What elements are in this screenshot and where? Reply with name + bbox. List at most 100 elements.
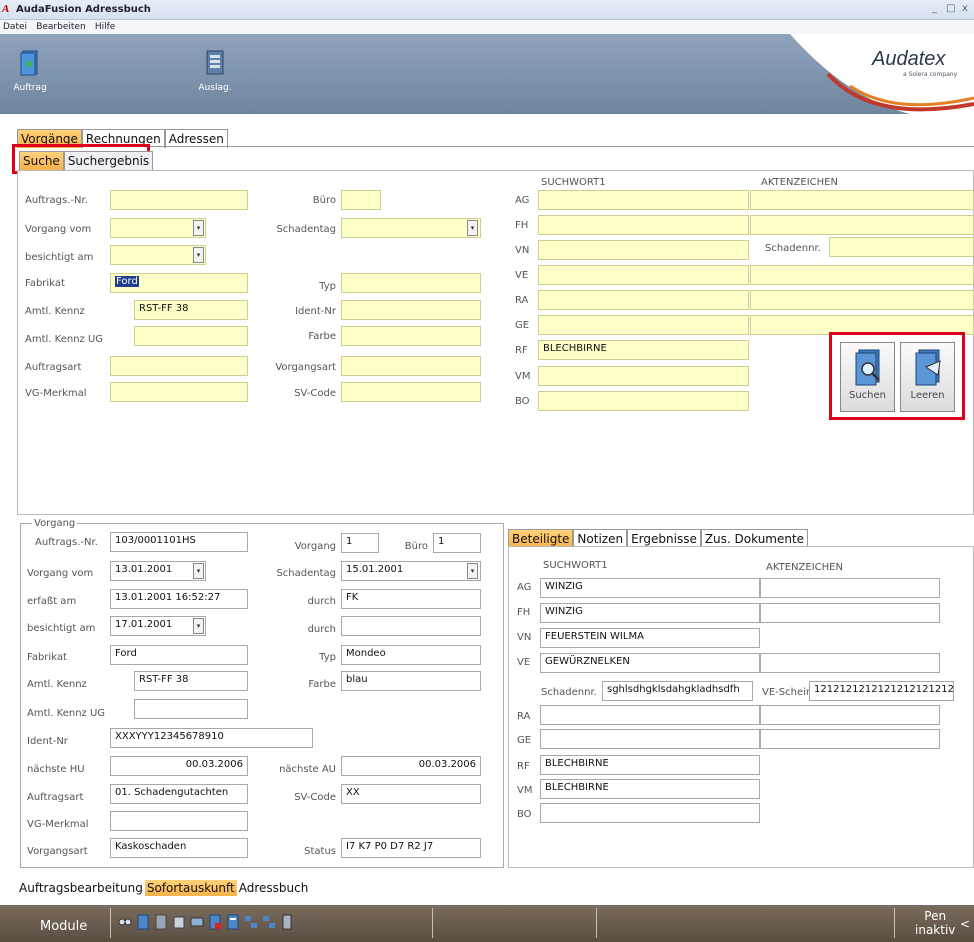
- chevron-left-icon[interactable]: <: [960, 917, 970, 931]
- beteiligte-role-suchwort-field[interactable]: [540, 729, 760, 749]
- search-auftragsart-input[interactable]: [110, 356, 248, 376]
- beteiligte-role-suchwort-field[interactable]: GEWÜRZNELKEN: [540, 653, 760, 673]
- v-vorgang-vom-field[interactable]: 13.01.2001: [110, 561, 206, 581]
- search-vg-merkmal-input[interactable]: [110, 382, 248, 402]
- v-typ-field[interactable]: Mondeo: [341, 645, 481, 665]
- minimize-button[interactable]: _: [932, 3, 937, 14]
- taskbar-network2-icon[interactable]: [262, 914, 276, 930]
- search-role-suchwort-input[interactable]: [538, 366, 749, 386]
- v-vorgang-vom-dropdown-icon[interactable]: ▾: [193, 563, 204, 579]
- b-schadennr-field[interactable]: sghlsdhgklsdahgkladhsdfh: [602, 681, 753, 701]
- auslag-button[interactable]: Auslag.: [190, 50, 240, 98]
- search-auftrags-nr-input[interactable]: [110, 190, 248, 210]
- search-schadentag-input[interactable]: [341, 218, 481, 238]
- v-durch1-field[interactable]: FK: [341, 589, 481, 609]
- beteiligte-role-aktenzeichen-field[interactable]: [760, 653, 940, 673]
- taskbar-document-icon[interactable]: [154, 914, 168, 930]
- search-vorgang-vom-input[interactable]: [110, 218, 206, 238]
- v-amtl-kennz-field[interactable]: RST-FF 38: [134, 671, 248, 691]
- taskbar-card-icon[interactable]: [190, 914, 204, 930]
- search-amtl-kennz-input[interactable]: RST-FF 38: [134, 300, 248, 320]
- suchen-button[interactable]: Suchen: [840, 342, 895, 412]
- v-vorgangsart-field[interactable]: Kaskoschaden: [110, 838, 248, 858]
- search-schadennr-input[interactable]: [829, 237, 974, 257]
- search-typ-input[interactable]: [341, 273, 481, 293]
- v-durch2-field[interactable]: [341, 616, 481, 636]
- taskbar-stack-icon[interactable]: [172, 914, 186, 930]
- taskbar-glasses-icon[interactable]: [118, 914, 132, 928]
- search-ident-nr-input[interactable]: [341, 300, 481, 320]
- tab-suche[interactable]: Suche: [19, 151, 64, 170]
- v-schadentag-field[interactable]: 15.01.2001: [341, 561, 481, 581]
- schadentag-dropdown-icon[interactable]: ▾: [467, 220, 478, 236]
- search-besichtigt-am-input[interactable]: [110, 245, 206, 265]
- v-besichtigt-am-dropdown-icon[interactable]: ▾: [193, 618, 204, 634]
- search-fabrikat-input[interactable]: Ford: [110, 273, 248, 293]
- beteiligte-role-aktenzeichen-field[interactable]: [760, 578, 940, 598]
- v-sv-code-field[interactable]: XX: [341, 784, 481, 804]
- search-role-aktenzeichen-input[interactable]: [750, 215, 974, 235]
- search-amtl-kennz-ug-input[interactable]: [134, 326, 248, 346]
- v-besichtigt-am-field[interactable]: 17.01.2001: [110, 616, 206, 636]
- vorgang-vom-dropdown-icon[interactable]: ▾: [193, 220, 204, 236]
- v-vorgang-field[interactable]: 1: [341, 533, 379, 553]
- close-button[interactable]: x: [962, 3, 968, 14]
- beteiligte-role-aktenzeichen-field[interactable]: [760, 705, 940, 725]
- search-role-suchwort-input[interactable]: [538, 315, 749, 335]
- beteiligte-role-aktenzeichen-field[interactable]: [760, 603, 940, 623]
- v-status-field[interactable]: I7 K7 P0 D7 R2 J7: [341, 838, 481, 858]
- tab-auftragsbearbeitung[interactable]: Auftragsbearbeitung: [17, 880, 145, 896]
- v-naechste-hu-field[interactable]: 00.03.2006: [110, 756, 248, 776]
- taskbar-report-icon[interactable]: [226, 914, 240, 930]
- module-button[interactable]: Module: [40, 919, 87, 934]
- taskbar-book-icon[interactable]: [136, 914, 150, 930]
- beteiligte-role-suchwort-field[interactable]: WINZIG: [540, 603, 760, 623]
- search-role-aktenzeichen-input[interactable]: [750, 190, 974, 210]
- maximize-button[interactable]: □: [946, 3, 955, 14]
- search-vorgangsart-input[interactable]: [341, 356, 481, 376]
- menu-hilfe[interactable]: Hilfe: [95, 22, 115, 32]
- v-naechste-au-field[interactable]: 00.03.2006: [341, 756, 481, 776]
- tab-sofortauskunft[interactable]: Sofortauskunft: [144, 880, 237, 896]
- v-amtl-kennz-ug-field[interactable]: [134, 699, 248, 719]
- beteiligte-role-aktenzeichen-field[interactable]: [760, 729, 940, 749]
- beteiligte-role-suchwort-field[interactable]: FEUERSTEIN WILMA: [540, 628, 760, 648]
- v-vg-merkmal-field[interactable]: [110, 811, 248, 831]
- besichtigt-am-dropdown-icon[interactable]: ▾: [193, 247, 204, 263]
- search-role-suchwort-input[interactable]: [538, 215, 749, 235]
- v-buero-field[interactable]: 1: [433, 533, 481, 553]
- beteiligte-role-suchwort-field[interactable]: WINZIG: [540, 578, 760, 598]
- v-auftragsart-field[interactable]: 01. Schadengutachten: [110, 784, 248, 804]
- v-ident-nr-field[interactable]: XXXYYY12345678910: [110, 728, 313, 748]
- search-role-suchwort-input[interactable]: [538, 240, 749, 260]
- search-role-suchwort-input[interactable]: BLECHBIRNE: [538, 340, 749, 360]
- search-farbe-input[interactable]: [341, 326, 481, 346]
- beteiligte-role-suchwort-field[interactable]: BLECHBIRNE: [540, 779, 760, 799]
- v-auftrags-nr-field[interactable]: 103/0001101HS: [110, 532, 248, 552]
- v-farbe-field[interactable]: blau: [341, 671, 481, 691]
- menu-datei[interactable]: Datei: [3, 22, 27, 32]
- search-sv-code-input[interactable]: [341, 382, 481, 402]
- leeren-button[interactable]: Leeren: [900, 342, 955, 412]
- search-role-suchwort-input[interactable]: [538, 190, 749, 210]
- taskbar-archive-icon[interactable]: [280, 914, 294, 930]
- search-role-aktenzeichen-input[interactable]: [750, 265, 974, 285]
- tab-suchergebnis[interactable]: Suchergebnis: [63, 151, 154, 170]
- search-role-suchwort-input[interactable]: [538, 290, 749, 310]
- auftrag-button[interactable]: Auftrag: [8, 50, 52, 98]
- search-role-suchwort-input[interactable]: [538, 265, 749, 285]
- beteiligte-role-suchwort-field[interactable]: [540, 705, 760, 725]
- v-erfasst-am-field[interactable]: 13.01.2001 16:52:27: [110, 589, 248, 609]
- search-role-aktenzeichen-input[interactable]: [750, 290, 974, 310]
- beteiligte-role-suchwort-field[interactable]: [540, 803, 760, 823]
- menu-bearbeiten[interactable]: Bearbeiten: [36, 22, 85, 32]
- beteiligte-role-suchwort-field[interactable]: BLECHBIRNE: [540, 755, 760, 775]
- b-ve-schein-field[interactable]: 12121212121212121212121: [809, 681, 954, 701]
- taskbar-network-icon[interactable]: [244, 914, 258, 930]
- v-fabrikat-field[interactable]: Ford: [110, 645, 248, 665]
- taskbar-book-red-icon[interactable]: [208, 914, 222, 930]
- tab-adressbuch[interactable]: Adressbuch: [237, 880, 311, 896]
- v-schadentag-dropdown-icon[interactable]: ▾: [467, 563, 478, 579]
- search-role-suchwort-input[interactable]: [538, 391, 749, 411]
- search-buero-input[interactable]: [341, 190, 381, 210]
